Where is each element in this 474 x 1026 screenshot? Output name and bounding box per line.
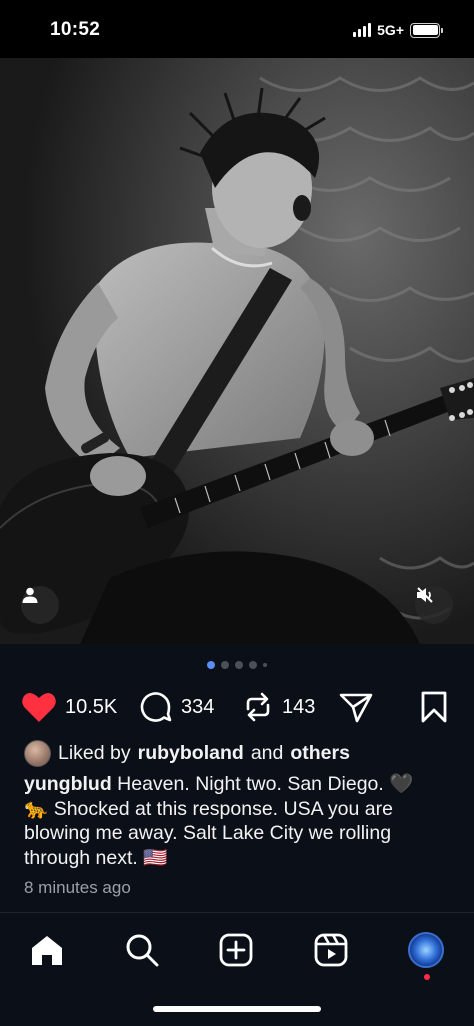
carousel-indicator <box>0 661 474 669</box>
nav-home-button[interactable] <box>27 930 67 970</box>
user-tag-button[interactable] <box>21 586 59 624</box>
liked-by-user[interactable]: rubyboland <box>138 742 244 765</box>
carousel-dot-active <box>207 661 215 669</box>
carousel-dot <box>249 661 257 669</box>
liked-by-row[interactable]: Liked by rubyboland and others <box>24 740 350 767</box>
liked-by-prefix: Liked by <box>58 742 131 764</box>
divider <box>0 912 474 913</box>
liked-by-conjunction: and <box>250 742 284 764</box>
network-label: 5G+ <box>377 22 404 38</box>
caption-username[interactable]: yungblud <box>24 773 112 795</box>
reels-icon <box>314 933 348 967</box>
post-actions: 10.5K 334 143 <box>0 684 474 730</box>
nav-create-button[interactable] <box>216 930 256 970</box>
battery-icon <box>410 22 443 38</box>
status-time: 10:52 <box>50 19 101 40</box>
liked-by-others[interactable]: others <box>290 742 350 765</box>
status-indicators: 5G+ <box>353 22 443 38</box>
comment-count[interactable]: 334 <box>181 696 214 719</box>
comment-icon <box>140 692 172 722</box>
repost-button[interactable]: 143 <box>242 684 315 730</box>
carousel-dot <box>235 661 243 669</box>
like-count[interactable]: 10.5K <box>65 696 117 719</box>
carousel-dot <box>263 663 267 667</box>
mute-icon <box>417 587 433 603</box>
share-icon <box>339 693 373 723</box>
create-icon <box>219 933 253 967</box>
bookmark-icon <box>421 691 447 723</box>
comment-button[interactable]: 334 <box>139 684 214 730</box>
nav-profile-button[interactable] <box>406 930 446 970</box>
caption-line: blowing me away. Salt Lake City we rolli… <box>24 822 392 844</box>
search-icon <box>126 934 159 967</box>
repost-count[interactable]: 143 <box>282 696 315 719</box>
like-button[interactable]: 10.5K <box>21 684 117 730</box>
caption-text: Heaven. Night two. San Diego. 🖤 <box>117 773 414 795</box>
notification-dot <box>424 974 430 980</box>
repost-icon <box>246 692 270 722</box>
post-caption: yungblud Heaven. Night two. San Diego. 🖤… <box>24 772 454 870</box>
home-icon <box>32 936 62 965</box>
carousel-dot <box>221 661 229 669</box>
caption-line: 🐆 Shocked at this response. USA you are <box>24 797 393 820</box>
signal-icon <box>353 23 372 37</box>
post-image[interactable] <box>0 58 474 644</box>
nav-reels-button[interactable] <box>311 930 351 970</box>
share-button[interactable] <box>338 684 374 730</box>
bookmark-button[interactable] <box>419 684 449 730</box>
home-indicator <box>153 1006 321 1012</box>
profile-avatar <box>408 932 444 968</box>
avatar[interactable] <box>24 740 51 767</box>
heart-icon <box>22 692 56 722</box>
concert-photo <box>0 58 474 644</box>
nav-search-button[interactable] <box>122 930 162 970</box>
mute-button[interactable] <box>415 586 453 624</box>
caption-line: through next. 🇺🇸 <box>24 846 168 869</box>
user-tag-icon <box>22 587 38 603</box>
status-bar: 10:52 5G+ <box>0 0 474 58</box>
post-timestamp: 8 minutes ago <box>24 878 131 897</box>
caption-line: yungblud Heaven. Night two. San Diego. 🖤 <box>24 772 454 797</box>
bottom-nav <box>0 920 474 980</box>
